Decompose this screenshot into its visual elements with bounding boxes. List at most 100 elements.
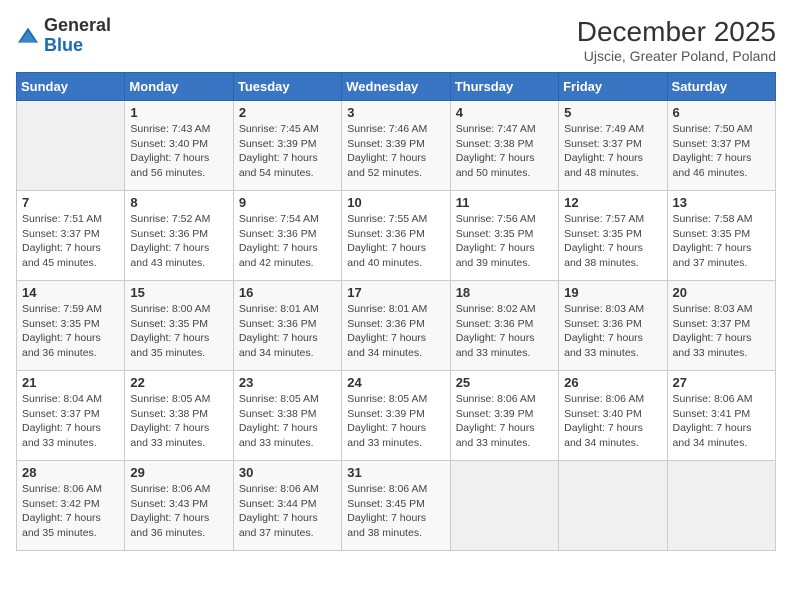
calendar-table: Sunday Monday Tuesday Wednesday Thursday… — [16, 72, 776, 551]
day-number: 23 — [239, 375, 336, 390]
day-number: 18 — [456, 285, 553, 300]
calendar-week-row: 21 Sunrise: 8:04 AMSunset: 3:37 PMDaylig… — [17, 371, 776, 461]
table-row — [17, 101, 125, 191]
table-row: 16 Sunrise: 8:01 AMSunset: 3:36 PMDaylig… — [233, 281, 341, 371]
day-number: 30 — [239, 465, 336, 480]
day-number: 27 — [673, 375, 770, 390]
day-number: 7 — [22, 195, 119, 210]
header-monday: Monday — [125, 73, 233, 101]
day-number: 15 — [130, 285, 227, 300]
day-info: Sunrise: 8:05 AMSunset: 3:38 PMDaylight:… — [239, 392, 336, 451]
table-row: 23 Sunrise: 8:05 AMSunset: 3:38 PMDaylig… — [233, 371, 341, 461]
table-row: 10 Sunrise: 7:55 AMSunset: 3:36 PMDaylig… — [342, 191, 450, 281]
table-row: 2 Sunrise: 7:45 AMSunset: 3:39 PMDayligh… — [233, 101, 341, 191]
day-number: 6 — [673, 105, 770, 120]
day-number: 9 — [239, 195, 336, 210]
header-saturday: Saturday — [667, 73, 775, 101]
logo: General Blue — [16, 16, 111, 56]
table-row — [450, 461, 558, 551]
table-row — [667, 461, 775, 551]
table-row: 31 Sunrise: 8:06 AMSunset: 3:45 PMDaylig… — [342, 461, 450, 551]
day-number: 20 — [673, 285, 770, 300]
table-row: 4 Sunrise: 7:47 AMSunset: 3:38 PMDayligh… — [450, 101, 558, 191]
day-number: 3 — [347, 105, 444, 120]
table-row: 3 Sunrise: 7:46 AMSunset: 3:39 PMDayligh… — [342, 101, 450, 191]
table-row: 17 Sunrise: 8:01 AMSunset: 3:36 PMDaylig… — [342, 281, 450, 371]
day-number: 13 — [673, 195, 770, 210]
day-info: Sunrise: 7:46 AMSunset: 3:39 PMDaylight:… — [347, 122, 444, 181]
day-info: Sunrise: 7:51 AMSunset: 3:37 PMDaylight:… — [22, 212, 119, 271]
day-info: Sunrise: 7:50 AMSunset: 3:37 PMDaylight:… — [673, 122, 770, 181]
day-number: 28 — [22, 465, 119, 480]
header-friday: Friday — [559, 73, 667, 101]
day-number: 29 — [130, 465, 227, 480]
day-number: 4 — [456, 105, 553, 120]
header-thursday: Thursday — [450, 73, 558, 101]
location-text: Ujscie, Greater Poland, Poland — [577, 48, 776, 64]
month-title: December 2025 — [577, 16, 776, 48]
table-row: 26 Sunrise: 8:06 AMSunset: 3:40 PMDaylig… — [559, 371, 667, 461]
day-info: Sunrise: 8:06 AMSunset: 3:40 PMDaylight:… — [564, 392, 661, 451]
table-row: 29 Sunrise: 8:06 AMSunset: 3:43 PMDaylig… — [125, 461, 233, 551]
table-row: 30 Sunrise: 8:06 AMSunset: 3:44 PMDaylig… — [233, 461, 341, 551]
day-number: 21 — [22, 375, 119, 390]
day-info: Sunrise: 8:00 AMSunset: 3:35 PMDaylight:… — [130, 302, 227, 361]
day-info: Sunrise: 8:02 AMSunset: 3:36 PMDaylight:… — [456, 302, 553, 361]
day-info: Sunrise: 7:52 AMSunset: 3:36 PMDaylight:… — [130, 212, 227, 271]
day-info: Sunrise: 8:06 AMSunset: 3:45 PMDaylight:… — [347, 482, 444, 541]
table-row: 15 Sunrise: 8:00 AMSunset: 3:35 PMDaylig… — [125, 281, 233, 371]
day-info: Sunrise: 7:43 AMSunset: 3:40 PMDaylight:… — [130, 122, 227, 181]
day-info: Sunrise: 8:03 AMSunset: 3:36 PMDaylight:… — [564, 302, 661, 361]
calendar-week-row: 14 Sunrise: 7:59 AMSunset: 3:35 PMDaylig… — [17, 281, 776, 371]
day-info: Sunrise: 8:05 AMSunset: 3:38 PMDaylight:… — [130, 392, 227, 451]
calendar-week-row: 28 Sunrise: 8:06 AMSunset: 3:42 PMDaylig… — [17, 461, 776, 551]
table-row: 1 Sunrise: 7:43 AMSunset: 3:40 PMDayligh… — [125, 101, 233, 191]
table-row: 27 Sunrise: 8:06 AMSunset: 3:41 PMDaylig… — [667, 371, 775, 461]
table-row: 12 Sunrise: 7:57 AMSunset: 3:35 PMDaylig… — [559, 191, 667, 281]
day-info: Sunrise: 7:57 AMSunset: 3:35 PMDaylight:… — [564, 212, 661, 271]
day-info: Sunrise: 7:59 AMSunset: 3:35 PMDaylight:… — [22, 302, 119, 361]
logo-blue-text: Blue — [44, 35, 83, 55]
table-row: 14 Sunrise: 7:59 AMSunset: 3:35 PMDaylig… — [17, 281, 125, 371]
day-number: 5 — [564, 105, 661, 120]
day-number: 25 — [456, 375, 553, 390]
calendar-week-row: 1 Sunrise: 7:43 AMSunset: 3:40 PMDayligh… — [17, 101, 776, 191]
day-number: 12 — [564, 195, 661, 210]
calendar-week-row: 7 Sunrise: 7:51 AMSunset: 3:37 PMDayligh… — [17, 191, 776, 281]
day-info: Sunrise: 7:56 AMSunset: 3:35 PMDaylight:… — [456, 212, 553, 271]
day-number: 2 — [239, 105, 336, 120]
day-number: 1 — [130, 105, 227, 120]
day-number: 26 — [564, 375, 661, 390]
day-number: 16 — [239, 285, 336, 300]
day-info: Sunrise: 7:58 AMSunset: 3:35 PMDaylight:… — [673, 212, 770, 271]
day-number: 24 — [347, 375, 444, 390]
day-info: Sunrise: 7:45 AMSunset: 3:39 PMDaylight:… — [239, 122, 336, 181]
day-number: 22 — [130, 375, 227, 390]
day-info: Sunrise: 8:06 AMSunset: 3:42 PMDaylight:… — [22, 482, 119, 541]
day-info: Sunrise: 8:06 AMSunset: 3:39 PMDaylight:… — [456, 392, 553, 451]
table-row: 13 Sunrise: 7:58 AMSunset: 3:35 PMDaylig… — [667, 191, 775, 281]
title-block: December 2025 Ujscie, Greater Poland, Po… — [577, 16, 776, 64]
table-row: 8 Sunrise: 7:52 AMSunset: 3:36 PMDayligh… — [125, 191, 233, 281]
table-row: 20 Sunrise: 8:03 AMSunset: 3:37 PMDaylig… — [667, 281, 775, 371]
day-number: 11 — [456, 195, 553, 210]
weekday-header-row: Sunday Monday Tuesday Wednesday Thursday… — [17, 73, 776, 101]
table-row: 24 Sunrise: 8:05 AMSunset: 3:39 PMDaylig… — [342, 371, 450, 461]
day-info: Sunrise: 8:01 AMSunset: 3:36 PMDaylight:… — [239, 302, 336, 361]
table-row: 28 Sunrise: 8:06 AMSunset: 3:42 PMDaylig… — [17, 461, 125, 551]
logo-general-text: General — [44, 15, 111, 35]
day-info: Sunrise: 8:01 AMSunset: 3:36 PMDaylight:… — [347, 302, 444, 361]
header-tuesday: Tuesday — [233, 73, 341, 101]
day-number: 19 — [564, 285, 661, 300]
day-info: Sunrise: 8:04 AMSunset: 3:37 PMDaylight:… — [22, 392, 119, 451]
day-number: 31 — [347, 465, 444, 480]
logo-icon — [16, 26, 40, 46]
table-row: 19 Sunrise: 8:03 AMSunset: 3:36 PMDaylig… — [559, 281, 667, 371]
day-number: 14 — [22, 285, 119, 300]
table-row: 7 Sunrise: 7:51 AMSunset: 3:37 PMDayligh… — [17, 191, 125, 281]
day-info: Sunrise: 7:54 AMSunset: 3:36 PMDaylight:… — [239, 212, 336, 271]
day-info: Sunrise: 8:05 AMSunset: 3:39 PMDaylight:… — [347, 392, 444, 451]
day-number: 17 — [347, 285, 444, 300]
day-info: Sunrise: 7:47 AMSunset: 3:38 PMDaylight:… — [456, 122, 553, 181]
day-info: Sunrise: 8:06 AMSunset: 3:44 PMDaylight:… — [239, 482, 336, 541]
